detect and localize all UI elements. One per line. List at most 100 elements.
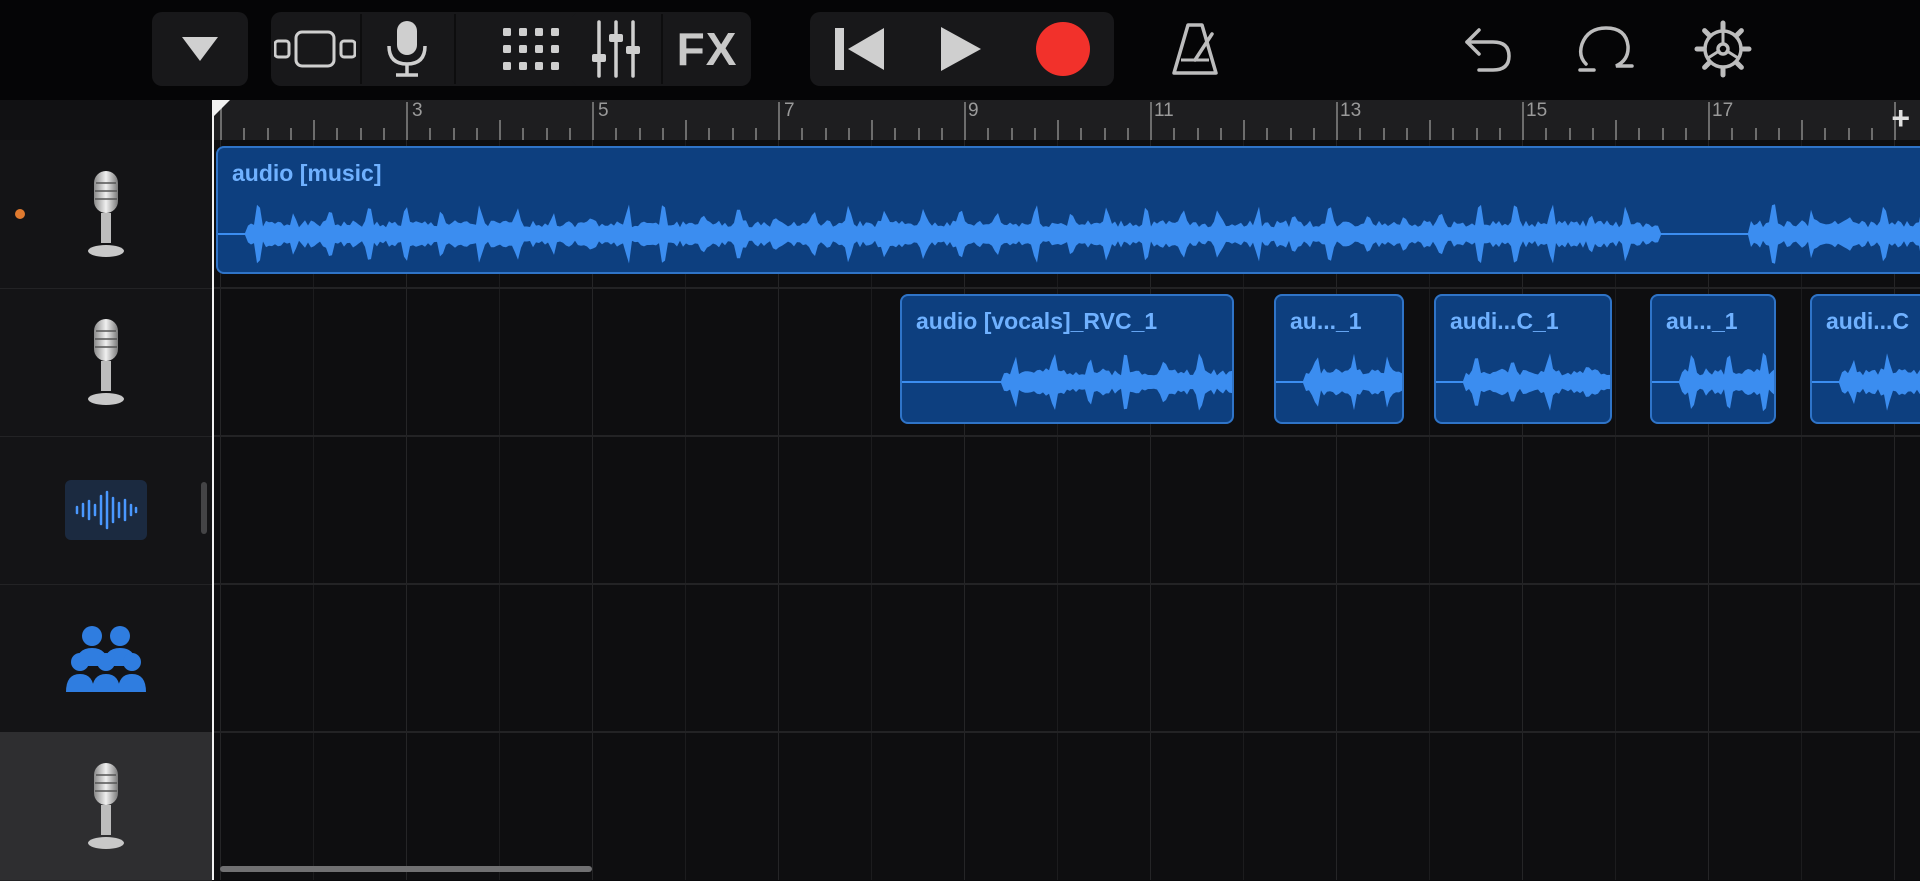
region-name: audi...C	[1826, 308, 1910, 334]
fx-label: FX	[676, 23, 738, 75]
ruler-tick	[1755, 128, 1757, 140]
audio-region-music[interactable]: audio [music]	[216, 146, 1920, 274]
skip-back-icon	[835, 28, 884, 70]
ruler-tick	[569, 128, 571, 140]
ruler-tick	[1080, 128, 1082, 140]
ruler-tick	[1615, 120, 1617, 140]
timeline-ruler[interactable]: 3 5 7 9 11 13 15 17 +	[212, 100, 1920, 141]
ruler-tick	[1476, 128, 1478, 140]
ruler-tick	[406, 102, 408, 140]
audio-region-vocals[interactable]: au..._1	[1650, 294, 1776, 424]
bar-number: 3	[412, 100, 423, 121]
track-header-2[interactable]	[0, 288, 212, 437]
ruler-tick	[1824, 128, 1826, 140]
ruler-tick	[1290, 128, 1292, 140]
microphone-icon	[88, 763, 124, 849]
ruler-tick	[313, 120, 315, 140]
ruler-tick	[1313, 128, 1315, 140]
gear-icon	[1694, 20, 1752, 78]
bar-number: 13	[1340, 100, 1362, 121]
ruler-tick	[1801, 120, 1803, 140]
audio-region-vocals[interactable]: audi...C_1	[1434, 294, 1612, 424]
bar-number: 5	[598, 100, 609, 121]
loop-browser-button[interactable]	[1565, 12, 1645, 86]
ruler-tick	[1685, 128, 1687, 140]
bar-number: 15	[1526, 100, 1548, 121]
tracks-view-icon	[274, 30, 356, 68]
ruler-tick	[871, 120, 873, 140]
play-button[interactable]	[911, 12, 1011, 86]
ruler-tick	[1220, 128, 1222, 140]
mixer-button[interactable]	[571, 12, 661, 86]
grid-icon	[502, 28, 559, 70]
ruler-tick	[1499, 128, 1501, 140]
waveform	[1436, 353, 1610, 411]
triangle-down-icon	[182, 37, 218, 61]
audio-region-vocals[interactable]: audio [vocals]_RVC_1	[900, 294, 1234, 424]
waveform	[902, 353, 1232, 411]
track-divider	[212, 731, 1920, 733]
track-header-3[interactable]	[0, 436, 212, 585]
ruler-tick	[1034, 128, 1036, 140]
undo-button[interactable]	[1450, 12, 1526, 86]
ruler-tick	[1406, 128, 1408, 140]
bar-number: 17	[1712, 100, 1734, 121]
ruler-tick	[1522, 102, 1524, 140]
ruler-tick	[1359, 128, 1361, 140]
ruler-tick	[615, 128, 617, 140]
ruler-tick	[1545, 128, 1547, 140]
waveform	[1652, 352, 1774, 412]
settings-button[interactable]	[1683, 12, 1763, 86]
ruler-tick	[1173, 128, 1175, 140]
ruler-tick	[732, 128, 734, 140]
metronome-button[interactable]	[1155, 12, 1235, 86]
track-header-5[interactable]	[0, 732, 212, 881]
track-area[interactable]: audio [music] audio [vocals]_RVC_1 au...…	[212, 140, 1920, 880]
waveform	[1812, 353, 1920, 411]
ruler-tick	[1731, 128, 1733, 140]
microphone-icon	[387, 21, 427, 77]
waveform	[1276, 353, 1402, 411]
ruler-tick	[685, 120, 687, 140]
playhead-handle[interactable]	[212, 100, 230, 118]
ruler-tick	[964, 102, 966, 140]
audio-region-vocals[interactable]: audi...C	[1810, 294, 1920, 424]
track-divider	[212, 287, 1920, 289]
ruler-tick	[1011, 128, 1013, 140]
track-header-1[interactable]	[0, 140, 212, 289]
ruler-tick	[1150, 102, 1152, 140]
add-section-button[interactable]: +	[1891, 102, 1910, 134]
ruler-tick	[1569, 128, 1571, 140]
track-divider	[212, 583, 1920, 585]
ruler-tick	[383, 128, 385, 140]
sliders-icon	[592, 20, 640, 78]
ruler-tick	[1266, 128, 1268, 140]
ruler-tick	[267, 128, 269, 140]
browser-toggle-button[interactable]	[152, 12, 248, 86]
region-name: audi...C_1	[1450, 308, 1559, 334]
ruler-tick	[1383, 128, 1385, 140]
track-header-list	[0, 140, 212, 881]
ruler-tick	[592, 102, 594, 140]
track-header-4[interactable]	[0, 584, 212, 733]
track-resize-handle[interactable]	[201, 482, 207, 534]
region-name: audio [vocals]_RVC_1	[916, 308, 1158, 334]
ruler-tick	[429, 128, 431, 140]
audio-region-vocals[interactable]: au..._1	[1274, 294, 1404, 424]
bar-number: 9	[968, 100, 979, 121]
track-divider	[212, 435, 1920, 437]
instrument-button[interactable]	[362, 12, 452, 86]
ruler-tick	[1452, 128, 1454, 140]
ruler-tick	[662, 128, 664, 140]
ruler-corner	[0, 100, 212, 140]
rewind-button[interactable]	[810, 12, 910, 86]
ruler-tick	[801, 128, 803, 140]
fx-button[interactable]: FX	[663, 12, 751, 86]
control-bar: FX	[0, 0, 1920, 100]
playhead[interactable]	[212, 100, 214, 880]
tracks-view-button[interactable]	[271, 12, 359, 86]
record-button[interactable]	[1012, 12, 1114, 86]
region-name: au..._1	[1666, 308, 1738, 334]
ruler-tick	[708, 128, 710, 140]
horizontal-scrollbar[interactable]	[220, 866, 592, 872]
